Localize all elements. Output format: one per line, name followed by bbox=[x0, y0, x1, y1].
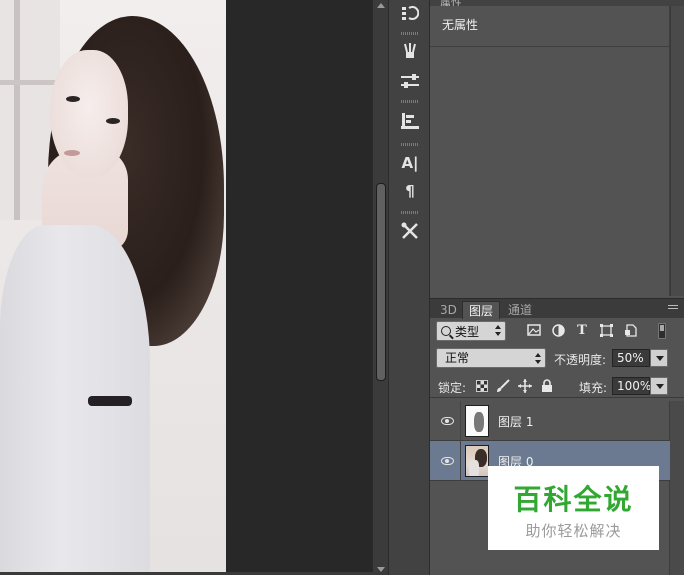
blend-mode-select[interactable]: 正常 bbox=[436, 348, 546, 368]
eye-icon bbox=[440, 457, 454, 465]
updown-arrows-icon bbox=[495, 325, 501, 336]
canvas-vertical-scrollbar[interactable] bbox=[372, 0, 388, 575]
layers-scrollbar[interactable] bbox=[670, 401, 684, 575]
opacity-dropdown-arrow-icon[interactable] bbox=[650, 349, 668, 367]
lock-label: 锁定: bbox=[438, 381, 467, 395]
panel-grip[interactable] bbox=[401, 100, 419, 103]
fill-dropdown-arrow-icon[interactable] bbox=[650, 377, 668, 395]
window-bar bbox=[14, 0, 20, 220]
paragraph-icon[interactable]: ¶ bbox=[397, 180, 423, 202]
panel-grip[interactable] bbox=[401, 143, 419, 146]
photo-eye bbox=[66, 96, 80, 102]
adjustment-icon[interactable] bbox=[551, 324, 565, 338]
filter-type-label: 类型 bbox=[455, 324, 480, 339]
document-canvas[interactable] bbox=[0, 0, 226, 572]
layer-thumbnail bbox=[465, 445, 489, 477]
tool-preset-icon[interactable] bbox=[397, 220, 423, 242]
opacity-label: 不透明度: bbox=[554, 353, 607, 367]
layer-row[interactable]: 图层 1 bbox=[430, 401, 670, 441]
lock-all-icon[interactable] bbox=[540, 379, 554, 393]
blend-mode-value: 正常 bbox=[445, 351, 470, 365]
visibility-toggle[interactable] bbox=[436, 451, 458, 471]
window-bar bbox=[0, 80, 60, 85]
scrollbar-thumb[interactable] bbox=[376, 183, 386, 381]
type-icon[interactable]: T bbox=[575, 324, 589, 338]
brush-preset-icon[interactable] bbox=[397, 40, 423, 62]
panel-grip[interactable] bbox=[401, 211, 419, 214]
character-icon[interactable]: A| bbox=[397, 152, 423, 174]
shape-icon[interactable] bbox=[599, 324, 613, 338]
watermark-logo: 百科全说 助你轻松解决 bbox=[488, 466, 659, 550]
layer-name[interactable]: 图层 1 bbox=[498, 413, 533, 430]
opacity-input[interactable]: 50% bbox=[612, 349, 650, 367]
no-properties-label: 无属性 bbox=[442, 18, 479, 32]
properties-panel: 无属性 bbox=[430, 6, 670, 296]
canvas-pasteboard bbox=[226, 0, 372, 572]
panel-menu-icon[interactable] bbox=[668, 305, 680, 313]
filter-type-select[interactable]: 类型 bbox=[436, 321, 506, 341]
divider bbox=[460, 401, 461, 441]
photo-eye bbox=[106, 118, 120, 124]
tab-layers[interactable]: 图层 bbox=[462, 301, 501, 319]
layer-filter-row: 类型 T bbox=[430, 318, 684, 344]
divider bbox=[460, 441, 461, 481]
lock-fill-row: 锁定: 填充: 100% bbox=[430, 374, 684, 398]
photo-lips bbox=[64, 150, 80, 156]
fill-input[interactable]: 100% bbox=[612, 377, 651, 395]
history-icon[interactable] bbox=[397, 2, 423, 24]
fill-label: 填充: bbox=[579, 381, 608, 395]
filter-toggle-switch[interactable] bbox=[658, 323, 666, 339]
tab-channels[interactable]: 通道 bbox=[502, 301, 538, 319]
divider bbox=[430, 46, 670, 47]
tab-3d[interactable]: 3D bbox=[434, 301, 463, 319]
adjustments-icon[interactable] bbox=[397, 70, 423, 92]
watermark-title: 百科全说 bbox=[513, 483, 634, 516]
photo-belt bbox=[88, 396, 132, 406]
image-icon[interactable] bbox=[527, 324, 541, 338]
updown-arrows-icon bbox=[535, 353, 541, 364]
layer-thumbnail bbox=[465, 405, 489, 437]
photo-face bbox=[50, 50, 128, 178]
search-icon bbox=[441, 326, 451, 336]
scroll-up-arrow-icon[interactable] bbox=[377, 3, 385, 8]
properties-scrollbar[interactable] bbox=[670, 6, 684, 296]
blend-opacity-row: 正常 不透明度: 50% bbox=[430, 346, 684, 370]
visibility-toggle[interactable] bbox=[436, 411, 458, 431]
eye-icon bbox=[440, 417, 454, 425]
lock-paint-icon[interactable] bbox=[496, 379, 510, 393]
lock-position-icon[interactable] bbox=[518, 379, 532, 393]
smart-object-icon[interactable] bbox=[623, 324, 637, 338]
panel-icon-strip: A| ¶ bbox=[388, 0, 430, 575]
panel-grip[interactable] bbox=[401, 32, 419, 35]
layers-tab-bar: 3D 图层 通道 bbox=[430, 298, 684, 319]
clone-source-icon[interactable] bbox=[397, 110, 423, 132]
watermark-subtitle: 助你轻松解决 bbox=[525, 522, 622, 540]
lock-transparency-icon[interactable] bbox=[476, 380, 488, 392]
